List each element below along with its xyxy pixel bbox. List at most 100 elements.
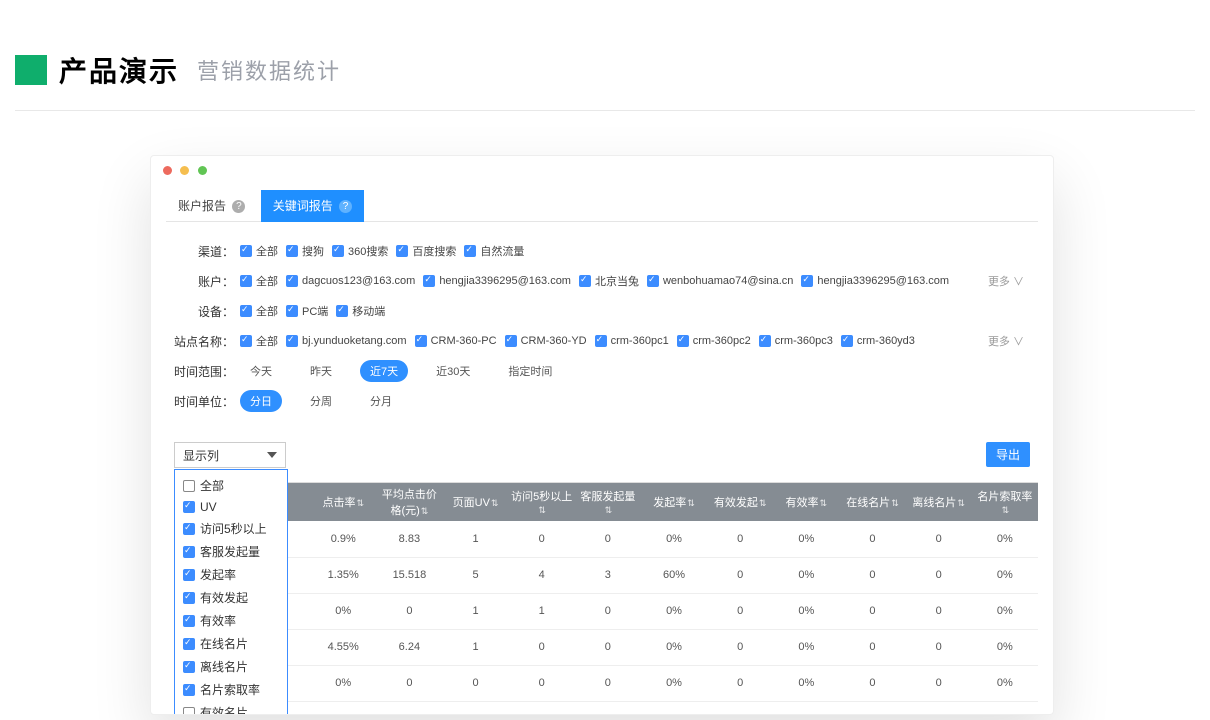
table-header[interactable]: 页面UV⇅ [442,483,508,521]
time-option[interactable]: 近7天 [360,360,408,382]
table-cell: 5 [442,557,508,593]
time-option[interactable]: 今天 [240,360,282,382]
filter-checkbox[interactable]: dagcuos123@163.com [286,275,415,287]
filter-checkbox[interactable]: 全部 [240,273,278,289]
checkbox-icon [332,245,344,257]
filter-option-label: 全部 [256,243,278,259]
table-cell: 0 [906,665,972,701]
tab-label: 账户报告 [178,199,226,213]
more-link[interactable]: 更多 ∨ [988,273,1024,289]
table-cell: 0 [906,593,972,629]
table-row: bj-云朵课堂…0.9%8.831000%00%000% [174,521,1038,557]
time-option[interactable]: 近30天 [426,360,480,382]
help-icon[interactable]: ? [339,200,352,213]
table-header[interactable]: 访问5秒以上⇅ [509,483,575,521]
filter-checkbox[interactable]: crm-360pc3 [759,335,833,347]
checkbox-icon [183,661,195,673]
sort-icon[interactable]: ⇅ [891,498,899,508]
checkbox-icon [183,684,195,696]
table-header[interactable]: 离线名片⇅ [906,483,972,521]
tab-keyword-report[interactable]: 关键词报告 ? [261,190,364,222]
filter-checkbox[interactable]: 搜狗 [286,243,324,259]
help-icon[interactable]: ? [232,200,245,213]
table-header[interactable]: 在线名片⇅ [839,483,905,521]
table-cell: 0 [442,665,508,701]
filter-checkbox[interactable]: crm-360pc2 [677,335,751,347]
sort-icon[interactable]: ⇅ [421,506,429,516]
sort-icon[interactable]: ⇅ [356,498,364,508]
filter-checkbox[interactable]: hengjia3396295@163.com [801,275,949,287]
filter-checkbox[interactable]: 全部 [240,333,278,349]
filter-checkbox[interactable]: CRM-360-YD [505,335,587,347]
filter-checkbox[interactable]: 全部 [240,243,278,259]
column-option[interactable]: 客服发起量 [175,540,287,563]
table-header[interactable]: 发起率⇅ [641,483,707,521]
export-button[interactable]: 导出 [986,442,1030,467]
filter-checkbox[interactable]: crm-360yd3 [841,335,915,347]
table-header[interactable]: 有效发起⇅ [707,483,773,521]
window-min-dot[interactable] [180,166,189,175]
column-option[interactable]: 发起率 [175,563,287,586]
column-header-label: 名片索取率 [977,491,1032,503]
filter-checkbox[interactable]: hengjia3396295@163.com [423,275,571,287]
filter-checkbox[interactable]: wenbohuamao74@sina.cn [647,275,793,287]
table-header[interactable]: 有效率⇅ [773,483,839,521]
column-option[interactable]: UV [175,497,287,517]
checkbox-icon [183,501,195,513]
checkbox-icon [183,707,195,716]
filter-checkbox[interactable]: 全部 [240,303,278,319]
sort-icon[interactable]: ⇅ [957,498,965,508]
column-option[interactable]: 有效名片 [175,701,287,715]
filter-checkbox[interactable]: crm-360pc1 [595,335,669,347]
table-header[interactable]: 平均点击价格(元)⇅ [376,483,442,521]
filter-checkbox[interactable]: 自然流量 [464,243,524,259]
table-header[interactable]: 客服发起量⇅ [575,483,641,521]
column-header-label: 有效率 [786,497,819,509]
filter-checkbox[interactable]: 360搜索 [332,243,388,259]
filter-checkbox[interactable]: 百度搜索 [396,243,456,259]
window-close-dot[interactable] [163,166,172,175]
time-option[interactable]: 昨天 [300,360,342,382]
sort-icon[interactable]: ⇅ [605,505,613,515]
column-option[interactable]: 离线名片 [175,655,287,678]
window-max-dot[interactable] [198,166,207,175]
table-header[interactable]: 名片索取率 ⇅ [972,483,1038,521]
table-cell: 0% [641,521,707,557]
column-option[interactable]: 访问5秒以上 [175,517,287,540]
checkbox-icon [423,275,435,287]
column-option[interactable]: 在线名片 [175,632,287,655]
filter-checkbox[interactable]: bj.yunduoketang.com [286,335,407,347]
filter-option-label: CRM-360-YD [521,335,587,347]
tab-account-report[interactable]: 账户报告 ? [166,190,257,222]
checkbox-icon [240,245,252,257]
filter-option-label: 自然流量 [480,243,524,259]
filter-checkbox[interactable]: PC端 [286,303,328,319]
filter-checkbox[interactable]: 移动端 [336,303,385,319]
filter-checkbox[interactable]: CRM-360-PC [415,335,497,347]
column-header-label: 平均点击价格(元) [382,489,437,517]
filter-checkbox[interactable]: 北京当兔 [579,273,639,289]
column-option[interactable]: 有效发起 [175,586,287,609]
column-option[interactable]: 有效率 [175,609,287,632]
column-option[interactable]: 全部 [175,474,287,497]
sort-icon[interactable]: ⇅ [820,498,828,508]
sort-icon[interactable]: ⇅ [491,498,499,508]
column-select[interactable]: 显示列 全部UV访问5秒以上客服发起量发起率有效发起有效率在线名片离线名片名片索… [174,442,286,468]
time-option[interactable]: 分周 [300,390,342,412]
column-option[interactable]: 名片索取率 [175,678,287,701]
more-link[interactable]: 更多 ∨ [988,333,1024,349]
sort-icon[interactable]: ⇅ [759,498,767,508]
time-option[interactable]: 指定时间 [498,360,562,382]
filter-option-label: 百度搜索 [412,243,456,259]
checkbox-icon [183,592,195,604]
time-option[interactable]: 分月 [360,390,402,412]
sort-icon[interactable]: ⇅ [687,498,695,508]
time-option[interactable]: 分日 [240,390,282,412]
table-cell: 0% [773,521,839,557]
sort-icon[interactable]: ⇅ [538,505,546,515]
table-cell: 0% [773,665,839,701]
sort-icon[interactable]: ⇅ [1002,505,1010,515]
column-header-label: 在线名片 [846,497,890,509]
table-header[interactable]: 点击率⇅ [310,483,376,521]
filter-option-label: crm-360pc3 [775,335,833,347]
